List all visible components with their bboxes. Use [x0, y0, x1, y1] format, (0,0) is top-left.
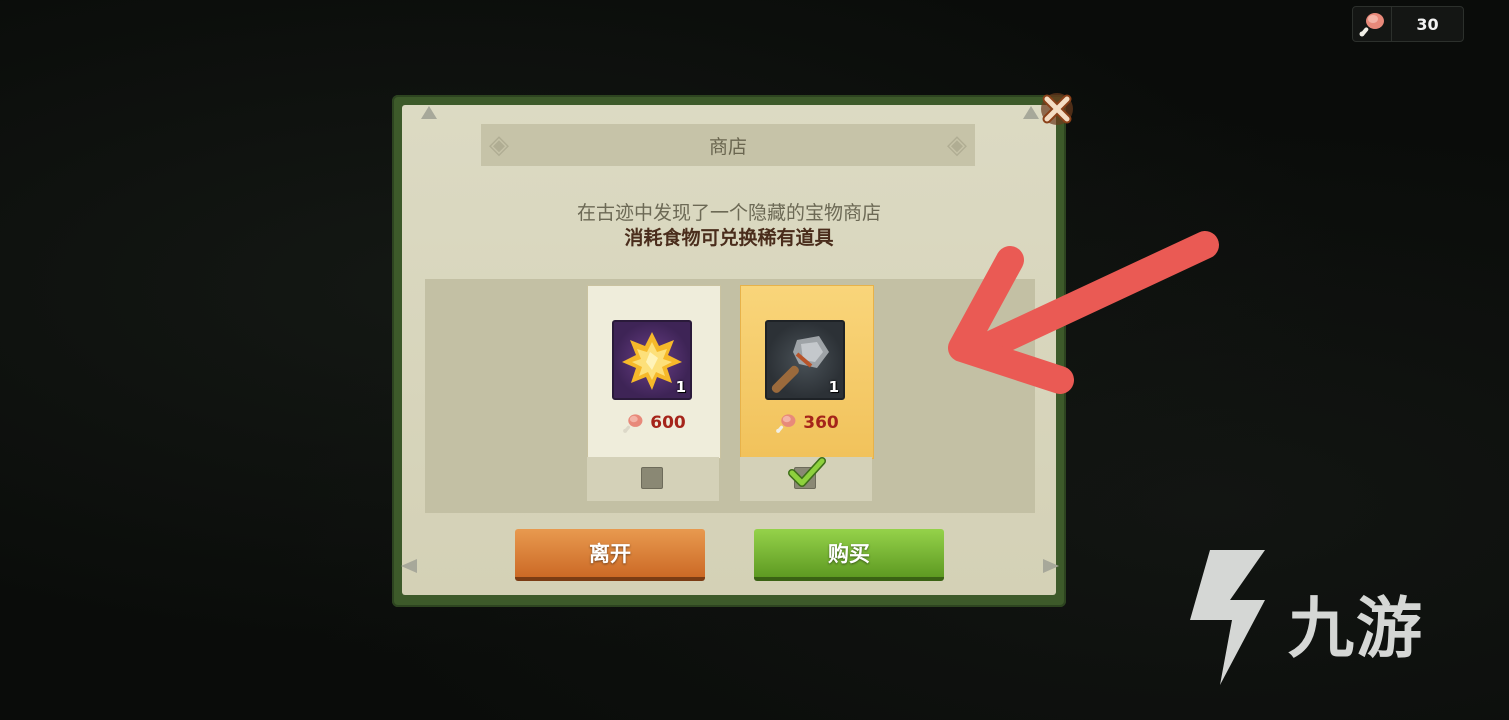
watermark-logo-icon — [1190, 550, 1265, 685]
item-quantity: 1 — [828, 378, 839, 396]
meat-drumstick-icon — [1353, 7, 1392, 41]
item-price: 600 — [650, 413, 686, 433]
banner-ornament-icon: ◈ — [947, 130, 967, 160]
leave-button[interactable]: 离开 — [515, 529, 705, 581]
shop-item-card[interactable]: 1 600 — [587, 285, 721, 459]
food-counter: 30 — [1352, 6, 1464, 42]
close-button[interactable] — [1034, 86, 1080, 132]
close-x-icon — [1041, 93, 1073, 125]
item-select-slot[interactable] — [740, 457, 872, 501]
meat-drumstick-icon — [776, 414, 796, 433]
buy-button[interactable]: 购买 — [754, 529, 944, 581]
dialog-title-banner: ◈ 商店 ◈ — [481, 124, 975, 166]
food-count: 30 — [1416, 14, 1439, 34]
dialog-title: 商店 — [708, 135, 747, 158]
checkmark-icon — [788, 457, 826, 487]
leave-button-label: 离开 — [589, 542, 631, 566]
watermark-text: 九游 — [1288, 590, 1424, 667]
item-select-slot[interactable] — [587, 457, 719, 501]
item-price-row: 600 — [588, 412, 720, 434]
item-checkbox[interactable] — [641, 467, 663, 489]
buy-button-label: 购买 — [828, 542, 870, 566]
item-price-row: 360 — [741, 412, 873, 434]
leaf-corner-icon — [401, 559, 417, 573]
annotation-arrow-icon — [948, 231, 1219, 394]
leaf-corner-icon — [1043, 559, 1059, 573]
stone-hammer-icon: 1 — [765, 320, 845, 400]
item-quantity: 1 — [675, 378, 686, 396]
watermark-logo: 九游 — [1170, 545, 1470, 695]
leaf-corner-icon — [421, 106, 437, 119]
meat-drumstick-icon — [623, 414, 643, 433]
gold-gem-cluster-icon: 1 — [612, 320, 692, 400]
banner-ornament-icon: ◈ — [489, 130, 509, 160]
shop-item-card-selected[interactable]: 1 360 — [740, 285, 874, 459]
item-price: 360 — [803, 413, 839, 433]
